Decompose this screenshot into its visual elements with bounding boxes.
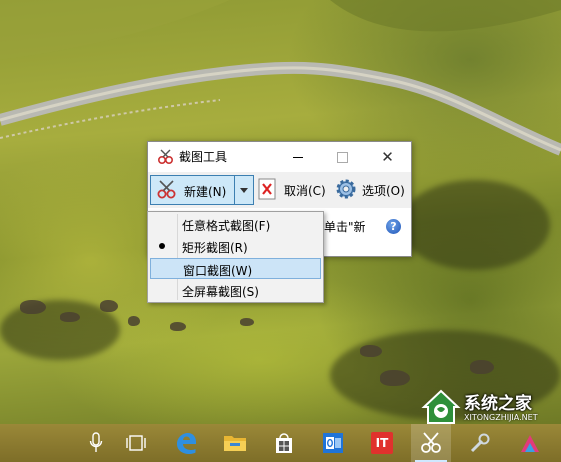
edge-taskbar-button[interactable] — [166, 424, 206, 462]
scissors-icon — [157, 149, 174, 165]
new-snip-label: 新建(N) — [184, 185, 227, 199]
snip-mode-dropdown-button[interactable] — [235, 176, 253, 204]
menu-item-free-form-snip[interactable]: 任意格式截图(F) — [150, 214, 321, 235]
gear-icon — [336, 179, 356, 199]
toolbar: 新建(N) 取消(C) 选项(O) — [148, 172, 411, 208]
site-watermark: 系统之家 XITONGZHIJIA.NET — [418, 383, 561, 445]
minimize-button[interactable] — [275, 142, 320, 172]
title-bar[interactable]: 截图工具 ✕ — [148, 142, 411, 172]
instruction-text: 单击"新 — [324, 220, 366, 234]
maximize-icon — [337, 151, 348, 163]
store-taskbar-button[interactable] — [264, 424, 304, 462]
minimize-icon — [292, 156, 303, 158]
it-app-taskbar-button[interactable]: IT — [362, 424, 402, 462]
cancel-icon — [258, 178, 276, 200]
menu-item-window-snip[interactable]: 窗口截图(W) — [150, 258, 321, 279]
file-explorer-icon — [224, 436, 246, 451]
scissors-icon — [157, 180, 176, 199]
store-icon — [276, 433, 292, 453]
it-app-label: IT — [375, 436, 389, 450]
new-snip-button[interactable]: 新建(N) — [150, 175, 254, 205]
close-icon: ✕ — [381, 147, 394, 166]
menu-item-label: 窗口截图(W) — [183, 264, 253, 278]
microphone-icon — [89, 432, 103, 452]
house-logo-icon — [421, 389, 461, 424]
cortana-mic-button[interactable] — [76, 424, 116, 462]
outlook-taskbar-button[interactable] — [313, 424, 353, 462]
edge-icon — [177, 433, 196, 454]
task-view-icon — [126, 435, 146, 451]
menu-item-label: 全屏幕截图(S) — [182, 285, 259, 299]
selected-bullet-icon — [159, 243, 165, 249]
close-button[interactable]: ✕ — [365, 142, 410, 172]
options-label: 选项(O) — [362, 184, 405, 198]
outlook-icon — [323, 433, 343, 453]
options-button[interactable]: 选项(O) — [332, 175, 408, 205]
help-icon[interactable]: ? — [386, 219, 401, 234]
file-explorer-taskbar-button[interactable] — [215, 424, 255, 462]
watermark-url: XITONGZHIJIA.NET — [464, 413, 538, 422]
menu-item-rectangular-snip[interactable]: 矩形截图(R) — [150, 236, 321, 257]
snip-mode-menu: 任意格式截图(F) 矩形截图(R) 窗口截图(W) 全屏幕截图(S) — [147, 211, 324, 303]
menu-item-label: 矩形截图(R) — [182, 241, 248, 255]
cancel-button[interactable]: 取消(C) — [256, 175, 328, 205]
menu-item-full-screen-snip[interactable]: 全屏幕截图(S) — [150, 280, 321, 301]
it-app-icon: IT — [371, 432, 393, 454]
watermark-title: 系统之家 — [464, 394, 532, 414]
cancel-label: 取消(C) — [284, 184, 326, 198]
chevron-down-icon — [240, 187, 248, 193]
maximize-button[interactable] — [320, 142, 365, 172]
window-title: 截图工具 — [179, 150, 228, 164]
task-view-button[interactable] — [116, 424, 156, 462]
menu-item-label: 任意格式截图(F) — [182, 219, 271, 233]
